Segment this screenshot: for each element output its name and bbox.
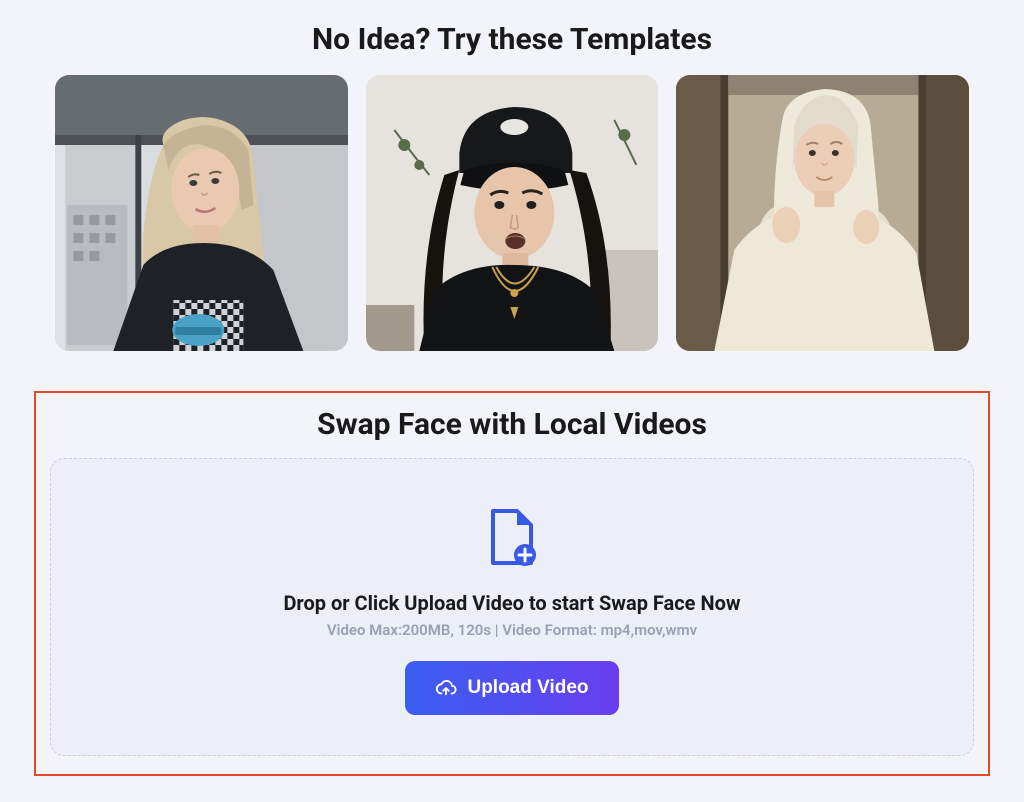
upload-video-button[interactable]: Upload Video [405, 661, 618, 715]
template-card-3[interactable] [676, 75, 969, 351]
upload-button-label: Upload Video [467, 677, 588, 699]
template-card-2[interactable] [366, 75, 659, 351]
local-videos-heading: Swap Face with Local Videos [50, 405, 974, 458]
cloud-upload-icon [435, 677, 457, 699]
highlight-box: Swap Face with Local Videos Drop or Clic… [34, 391, 990, 776]
drop-instruction: Drop or Click Upload Video to start Swap… [71, 591, 953, 615]
template-thumbnail-1 [55, 75, 348, 351]
template-thumbnail-2 [366, 75, 659, 351]
upload-hint: Video Max:200MB, 120s | Video Format: mp… [71, 621, 953, 639]
templates-row [0, 75, 1024, 351]
template-card-1[interactable] [55, 75, 348, 351]
upload-dropzone[interactable]: Drop or Click Upload Video to start Swap… [50, 458, 974, 756]
templates-heading: No Idea? Try these Templates [0, 10, 1024, 75]
template-thumbnail-3 [676, 75, 969, 351]
file-add-icon [487, 509, 537, 571]
